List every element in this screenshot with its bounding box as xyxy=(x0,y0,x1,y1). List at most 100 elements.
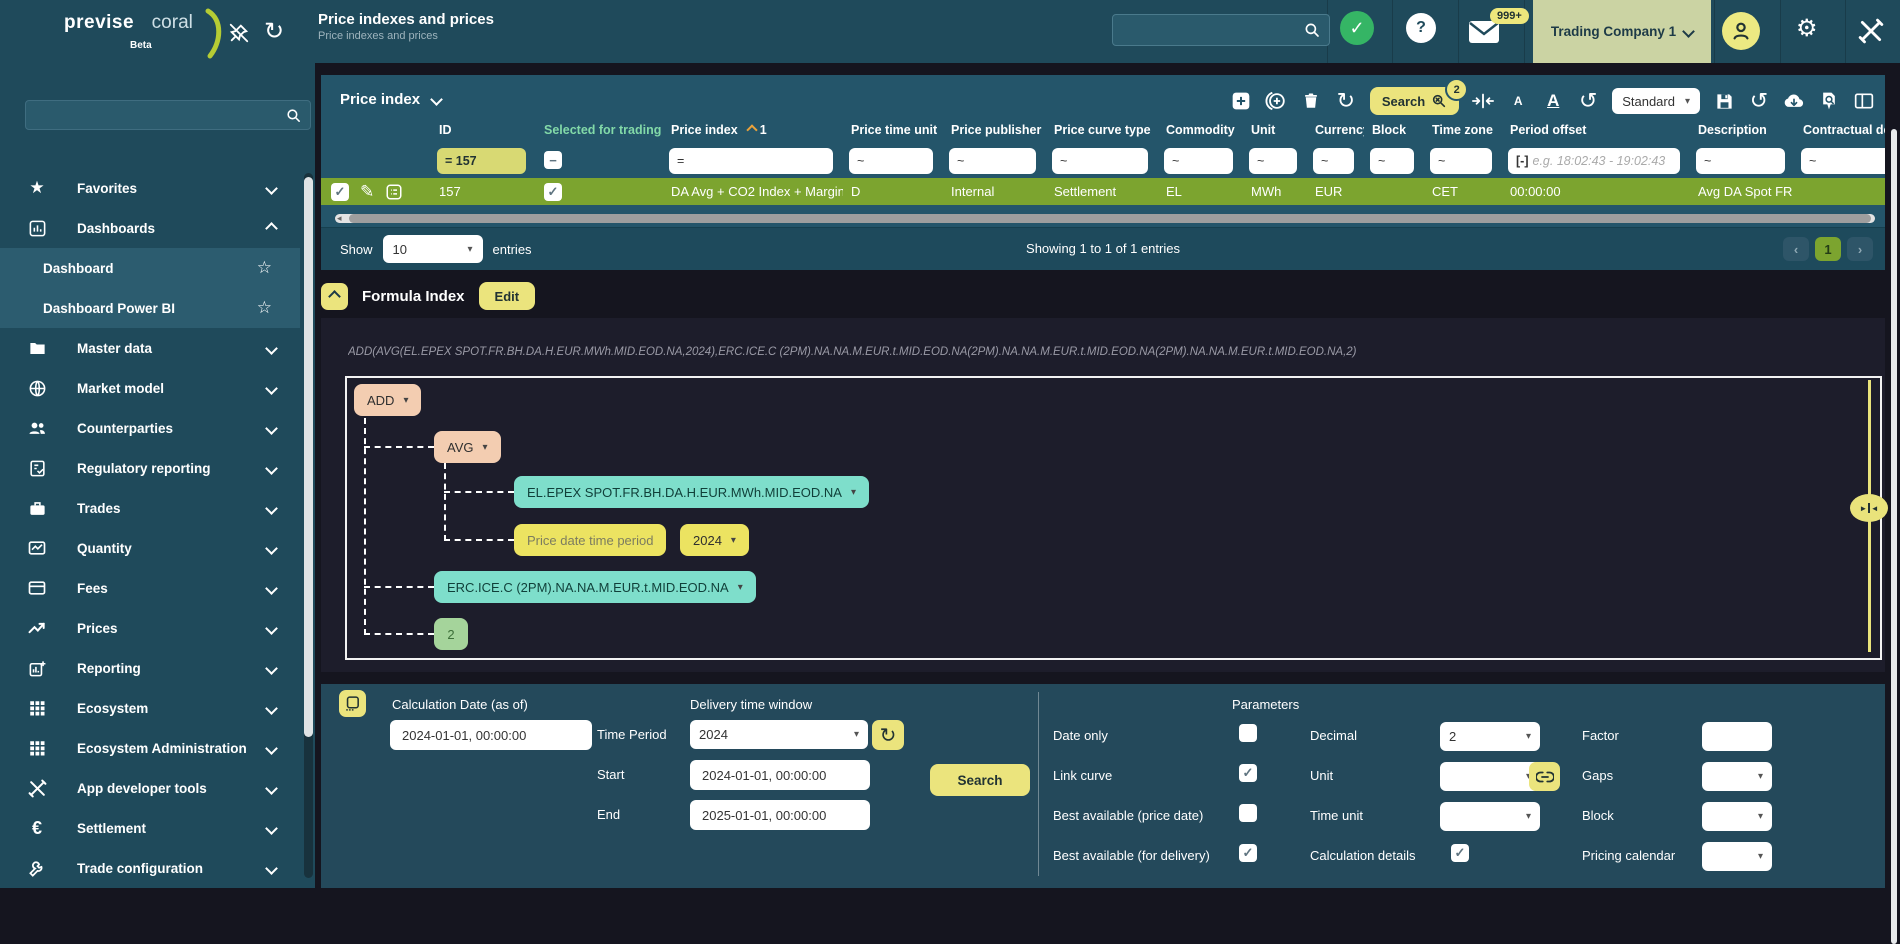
block-select[interactable]: ▾ xyxy=(1702,802,1772,831)
start-input[interactable] xyxy=(690,760,870,790)
formula-node-param-label[interactable]: Price date time period xyxy=(514,524,666,556)
filter-price-publisher[interactable]: ~ xyxy=(949,148,1036,174)
col-block[interactable]: Block xyxy=(1364,123,1424,137)
font-size-large-icon[interactable]: A xyxy=(1542,90,1564,112)
collapse-columns-icon[interactable] xyxy=(1472,90,1494,112)
filter-contractual-description[interactable]: ~ xyxy=(1801,148,1885,174)
sidebar-item-dashboard-power-bi[interactable]: Dashboard Power BI ☆ xyxy=(0,288,300,328)
sidebar-item-dashboard[interactable]: Dashboard ☆ xyxy=(0,248,300,288)
preview-search-icon[interactable] xyxy=(1818,90,1840,112)
sidebar-search[interactable] xyxy=(25,100,311,130)
col-id[interactable]: ID xyxy=(431,123,536,137)
search-icon[interactable] xyxy=(285,107,302,124)
reset-view-icon[interactable]: ↺ xyxy=(1577,90,1599,112)
status-check-icon[interactable]: ✓ xyxy=(1340,11,1374,45)
sidebar-item-master-data[interactable]: Master data xyxy=(0,328,300,368)
splitter-handle-icon[interactable]: ►◄ xyxy=(1850,494,1888,522)
formula-node-index2[interactable]: ERC.ICE.C (2PM).NA.NA.M.EUR.t.MID.EOD.NA… xyxy=(434,571,756,603)
unit-select[interactable]: ▾ xyxy=(1440,762,1540,791)
delete-icon[interactable] xyxy=(1300,90,1322,112)
filter-unit[interactable]: ~ xyxy=(1249,148,1297,174)
calc-date-input[interactable] xyxy=(390,720,592,750)
history-icon[interactable]: ↺ xyxy=(1748,90,1770,112)
sidebar-item-market-model[interactable]: Market model xyxy=(0,368,300,408)
save-icon[interactable] xyxy=(1713,90,1735,112)
sidebar-item-settlement[interactable]: € Settlement xyxy=(0,808,300,848)
global-search[interactable] xyxy=(1112,14,1330,46)
filter-description[interactable]: ~ xyxy=(1696,148,1785,174)
row-select-checkbox[interactable]: ✓ xyxy=(331,183,349,201)
add-circle-icon[interactable] xyxy=(1265,90,1287,112)
filter-price-time-unit[interactable]: ~ xyxy=(849,148,933,174)
gaps-select[interactable]: ▾ xyxy=(1702,762,1772,791)
sidebar-item-trades[interactable]: Trades xyxy=(0,488,300,528)
filter-block[interactable]: ~ xyxy=(1370,148,1414,174)
help-icon[interactable]: ? xyxy=(1406,13,1436,43)
table-search-button[interactable]: Search 2 xyxy=(1370,87,1459,115)
filter-currency[interactable]: ~ xyxy=(1313,148,1354,174)
col-price-publisher[interactable]: Price publisher xyxy=(943,123,1046,137)
col-contractual-description[interactable]: Contractual description xyxy=(1795,123,1885,137)
col-price-index[interactable]: Price index1 xyxy=(663,123,843,137)
star-outline-icon[interactable]: ☆ xyxy=(257,298,272,318)
cloud-download-icon[interactable] xyxy=(1783,90,1805,112)
sidebar-item-counterparties[interactable]: Counterparties xyxy=(0,408,300,448)
col-period-offset[interactable]: Period offset xyxy=(1502,123,1690,137)
filter-price-index[interactable]: = xyxy=(669,148,833,174)
sidebar-search-input[interactable] xyxy=(34,107,285,124)
sidebar-scrollbar[interactable] xyxy=(304,173,313,878)
notifications[interactable]: 999+ xyxy=(1468,8,1532,54)
scrollbar-thumb[interactable] xyxy=(349,214,1871,223)
sidebar-item-regulatory-reporting[interactable]: Regulatory reporting xyxy=(0,448,300,488)
panel-layout-icon[interactable] xyxy=(339,690,366,717)
factor-input[interactable] xyxy=(1702,722,1772,751)
add-icon[interactable] xyxy=(1230,90,1252,112)
sidebar-item-ecosystem[interactable]: Ecosystem xyxy=(0,688,300,728)
filter-time-zone[interactable]: ~ xyxy=(1430,148,1492,174)
decimal-select[interactable]: 2 ▾ xyxy=(1440,722,1540,751)
calc-search-button[interactable]: Search xyxy=(930,764,1030,796)
sidebar-item-dashboards[interactable]: Dashboards xyxy=(0,208,300,248)
formula-node-index1[interactable]: EL.EPEX SPOT.FR.BH.DA.H.EUR.MWh.MID.EOD.… xyxy=(514,476,869,508)
sidebar-item-quantity[interactable]: Quantity xyxy=(0,528,300,568)
cell-selected-checkbox[interactable]: ✓ xyxy=(544,183,562,201)
col-unit[interactable]: Unit xyxy=(1243,123,1307,137)
edit-pencil-icon[interactable]: ✎ xyxy=(360,182,374,202)
page-refresh-icon[interactable]: ↻ xyxy=(264,17,284,46)
filter-period-offset[interactable]: [-]e.g. 18:02:43 - 19:02:43 xyxy=(1508,148,1680,174)
panel-title[interactable]: Price index xyxy=(340,91,441,108)
calculation-details-checkbox[interactable]: ✓ xyxy=(1451,844,1469,862)
collapse-section-button[interactable] xyxy=(321,283,348,310)
filter-price-curve-type[interactable]: ~ xyxy=(1052,148,1148,174)
app-logo[interactable]: previse coral Beta xyxy=(64,12,214,34)
row-details-icon[interactable] xyxy=(385,183,403,201)
page-1-button[interactable]: 1 xyxy=(1815,237,1841,261)
col-time-zone[interactable]: Time zone xyxy=(1424,123,1502,137)
col-description[interactable]: Description xyxy=(1690,123,1795,137)
pricing-calendar-select[interactable]: ▾ xyxy=(1702,842,1772,871)
col-price-curve-type[interactable]: Price curve type xyxy=(1046,123,1158,137)
end-input[interactable] xyxy=(690,800,870,830)
page-scrollbar[interactable] xyxy=(1891,129,1897,944)
company-selector[interactable]: Trading Company 1 xyxy=(1533,0,1711,63)
refresh-icon[interactable]: ↻ xyxy=(1335,90,1357,112)
time-unit-select[interactable]: ▾ xyxy=(1440,802,1540,831)
col-currency[interactable]: Currency xyxy=(1307,123,1364,137)
col-selected-for-trading[interactable]: Selected for trading xyxy=(536,123,663,137)
avatar[interactable] xyxy=(1722,12,1760,50)
sidebar-item-reporting[interactable]: Reporting xyxy=(0,648,300,688)
font-size-small-icon[interactable]: A xyxy=(1507,90,1529,112)
sidebar-item-trade-configuration[interactable]: Trade configuration xyxy=(0,848,300,888)
filter-id[interactable]: = 157 xyxy=(437,148,526,174)
col-price-time-unit[interactable]: Price time unit xyxy=(843,123,943,137)
pin-off-icon[interactable] xyxy=(228,22,250,44)
edit-button[interactable]: Edit xyxy=(479,282,536,310)
sidebar-item-prices[interactable]: Prices xyxy=(0,608,300,648)
scroll-left-arrow[interactable]: ◂ xyxy=(337,213,342,224)
view-select[interactable]: Standard ▾ xyxy=(1612,88,1700,114)
search-icon[interactable] xyxy=(1303,21,1321,39)
star-outline-icon[interactable]: ☆ xyxy=(257,258,272,278)
global-search-input[interactable] xyxy=(1121,22,1303,39)
crossed-tools-icon[interactable] xyxy=(1858,18,1884,44)
prev-page-button[interactable]: ‹ xyxy=(1783,237,1809,261)
